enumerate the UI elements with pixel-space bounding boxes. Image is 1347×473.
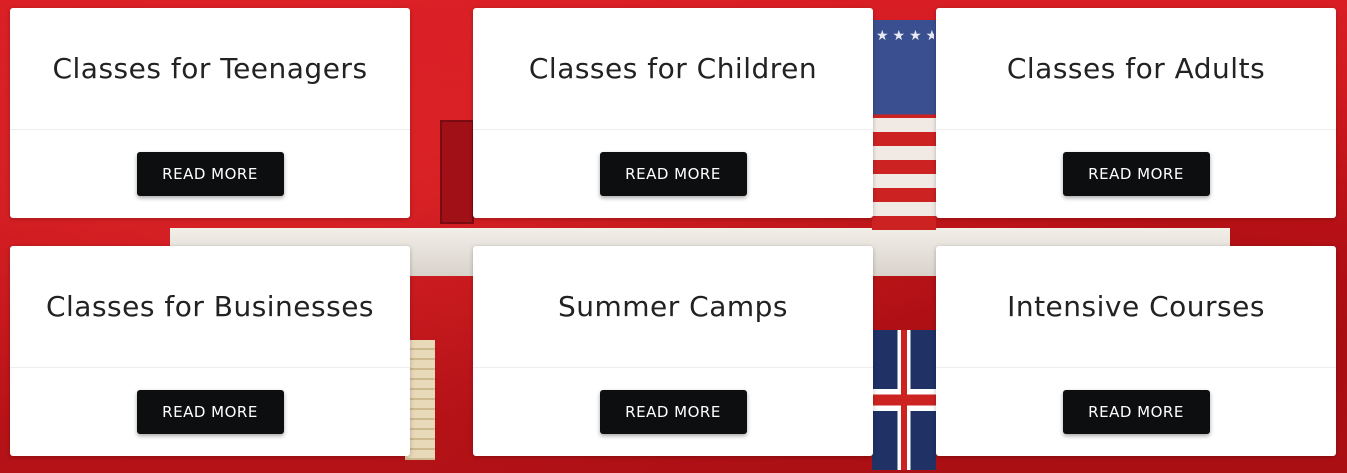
read-more-button[interactable]: READ MORE — [1062, 390, 1210, 434]
card-footer: READ MORE — [10, 368, 410, 456]
read-more-button[interactable]: READ MORE — [136, 152, 284, 196]
card-footer: READ MORE — [10, 130, 410, 218]
card-footer: READ MORE — [936, 130, 1336, 218]
card-header: Intensive Courses — [936, 246, 1336, 368]
card-header: Classes for Adults — [936, 8, 1336, 130]
read-more-button[interactable]: READ MORE — [136, 390, 284, 434]
card-title: Summer Camps — [557, 290, 789, 323]
background-phone-box — [440, 120, 474, 224]
card-header: Classes for Businesses — [10, 246, 410, 368]
read-more-button[interactable]: READ MORE — [599, 390, 747, 434]
card-header: Summer Camps — [473, 246, 873, 368]
read-more-button[interactable]: READ MORE — [1062, 152, 1210, 196]
card-footer: READ MORE — [936, 368, 1336, 456]
course-card-children: Classes for Children READ MORE — [473, 8, 873, 218]
course-card-businesses: Classes for Businesses READ MORE — [10, 246, 410, 456]
course-card-summer-camps: Summer Camps READ MORE — [473, 246, 873, 456]
course-card-teenagers: Classes for Teenagers READ MORE — [10, 8, 410, 218]
read-more-button[interactable]: READ MORE — [599, 152, 747, 196]
card-title: Classes for Teenagers — [52, 52, 368, 85]
card-title: Classes for Adults — [1006, 52, 1266, 85]
background-uk-flag — [872, 330, 936, 470]
card-header: Classes for Teenagers — [10, 8, 410, 130]
card-header: Classes for Children — [473, 8, 873, 130]
background-flag-stars: ★★★★★★★★★★★★★★★★★★★★★★★★★★★★★★ — [876, 28, 934, 44]
card-footer: READ MORE — [473, 368, 873, 456]
card-footer: READ MORE — [473, 130, 873, 218]
course-card-intensive-courses: Intensive Courses READ MORE — [936, 246, 1336, 456]
course-card-adults: Classes for Adults READ MORE — [936, 8, 1336, 218]
card-title: Classes for Children — [528, 52, 818, 85]
card-title: Classes for Businesses — [45, 290, 375, 323]
card-title: Intensive Courses — [1007, 290, 1265, 323]
